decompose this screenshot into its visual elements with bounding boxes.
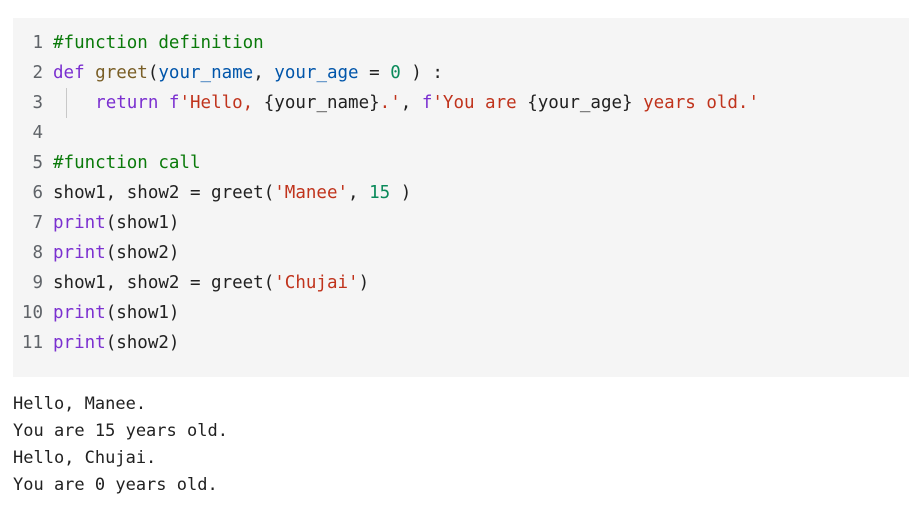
indent-guide [66, 88, 67, 118]
line-number: 9 [32, 273, 43, 293]
code-token-plain: (show1) [105, 213, 180, 233]
code-token-plain: {your_age} [527, 93, 633, 113]
code-token-comment: #function definition [53, 33, 264, 53]
code-line: 10 print(show1) [13, 298, 909, 328]
code-cell[interactable]: 1 #function definition 2 def greet(your_nam… [13, 18, 909, 377]
code-token-plain: , [253, 63, 275, 83]
code-line: 1 #function definition [13, 28, 909, 58]
code-token-plain: , [400, 93, 422, 113]
code-token-builtin: print [53, 213, 106, 233]
code-line: 8 print(show2) [13, 238, 909, 268]
code-token-plain: (show1) [105, 303, 180, 323]
code-token-plain: (show2) [105, 243, 180, 263]
line-number: 6 [32, 183, 43, 203]
code-token-param: your_name [158, 63, 254, 83]
code-token-builtin: print [53, 243, 106, 263]
line-number: 7 [32, 213, 43, 233]
code-line: 6 show1, show2 = greet('Manee', 15 ) [13, 178, 909, 208]
code-token-string: 'Chujai' [274, 273, 359, 293]
code-line: 3 return f'Hello, {your_name}.', f'You a… [13, 88, 909, 118]
code-token-builtin: print [53, 333, 106, 353]
output-line: You are 15 years old. [13, 421, 228, 441]
code-token-number: 0 [390, 63, 401, 83]
code-line: 4 [13, 118, 909, 148]
line-number: 8 [32, 243, 43, 263]
code-token-plain: ) : [400, 63, 443, 83]
code-token-number: 15 [369, 183, 391, 203]
code-token-plain: {your_name} [263, 93, 380, 113]
output-cell: Hello, Manee. You are 15 years old. Hello,… [13, 391, 909, 503]
code-token-plain: (show2) [105, 333, 180, 353]
code-token-keyword: def [53, 63, 96, 83]
code-token-keyword: f [421, 93, 433, 113]
code-token-param: your_age [274, 63, 359, 83]
line-number: 2 [32, 63, 43, 83]
code-token-builtin: print [53, 303, 106, 323]
code-token-string: 'Manee' [274, 183, 349, 203]
code-token-plain: ) [390, 183, 412, 203]
code-token-keyword: f [168, 93, 180, 113]
line-number: 4 [32, 123, 43, 143]
line-number: 1 [32, 33, 43, 53]
code-token-comment: #function call [53, 153, 201, 173]
code-token-keyword: return [95, 93, 169, 113]
code-token-plain: show1, show2 = greet( [53, 183, 275, 203]
output-line: Hello, Chujai. [13, 448, 157, 468]
line-number: 10 [21, 303, 43, 323]
output-line: Hello, Manee. [13, 394, 147, 414]
code-token-plain: , [348, 183, 370, 203]
line-number: 11 [21, 333, 43, 353]
code-token-string: 'You are [432, 93, 528, 113]
code-token-plain: = [358, 63, 391, 83]
code-token-plain: ( [147, 63, 159, 83]
output-line: You are 0 years old. [13, 475, 218, 495]
code-token-string: years old.' [632, 93, 759, 113]
code-line: 5 #function call [13, 148, 909, 178]
line-number: 3 [32, 93, 43, 113]
line-number: 5 [32, 153, 43, 173]
code-token-string: .' [379, 93, 401, 113]
code-token-plain: show1, show2 = greet( [53, 273, 275, 293]
code-line: 11 print(show2) [13, 328, 909, 358]
code-token-string: 'Hello, [179, 93, 264, 113]
code-token-plain: ) [358, 273, 370, 293]
code-line: 2 def greet(your_name, your_age = 0 ) : [13, 58, 909, 88]
code-line: 9 show1, show2 = greet('Chujai') [13, 268, 909, 298]
code-line: 7 print(show1) [13, 208, 909, 238]
code-token-func: greet [95, 63, 148, 83]
